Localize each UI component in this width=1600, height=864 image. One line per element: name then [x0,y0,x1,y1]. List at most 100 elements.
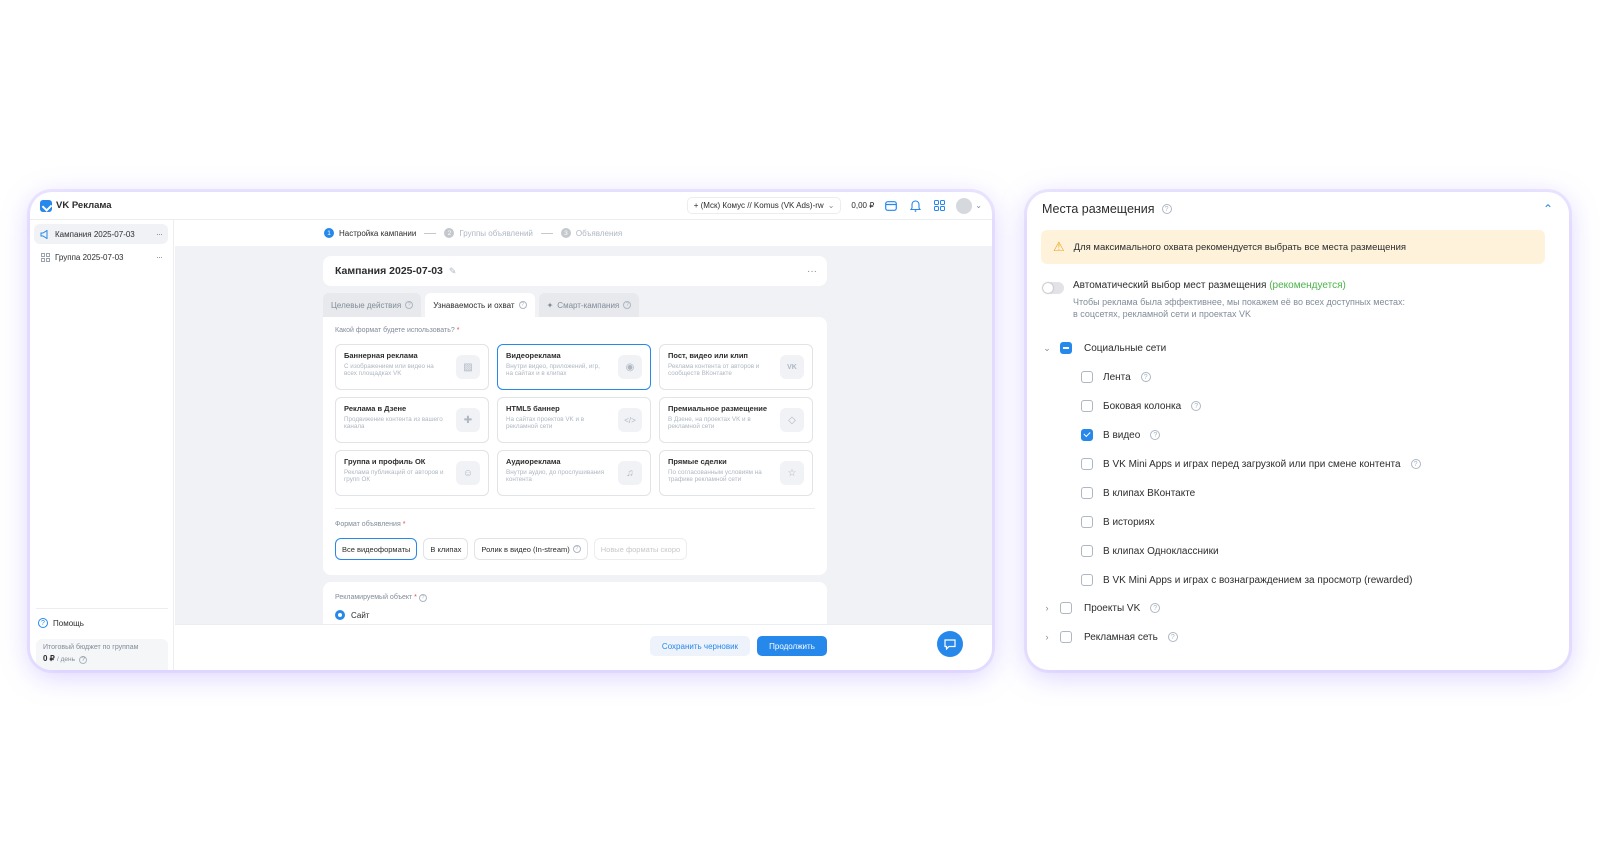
checkbox[interactable] [1081,545,1093,557]
chevron-down-icon[interactable]: ⌄ [1042,343,1052,354]
chip-all-video[interactable]: Все видеоформаты [335,538,418,560]
chevron-right-icon[interactable]: › [1042,603,1052,613]
chip-instream[interactable]: Ролик в видео (In-stream)? [474,538,588,560]
checkbox[interactable] [1081,487,1093,499]
checkbox[interactable] [1081,371,1093,383]
tree-label: Рекламная сеть [1084,631,1158,643]
placement-stories: В историях [1081,516,1155,528]
goal-tabs: Целевые действия ? Узнаваемость и охват … [323,293,640,317]
recommended-label: (рекомендуется) [1269,280,1346,291]
radio-site[interactable]: Сайт [335,610,369,620]
main-content: 1 Настройка кампании 2 Группы объявлений… [175,220,992,670]
question-icon[interactable]: ? [1410,459,1421,469]
question-icon[interactable]: ? [405,301,414,309]
question-icon[interactable]: ? [1140,372,1151,382]
checkbox[interactable] [1081,516,1093,528]
bell-icon[interactable] [908,199,922,213]
object-label: Рекламируемый объект * ? [335,594,427,602]
format-option-html5[interactable]: HTML5 баннер На сайтах проектов VK и в р… [497,397,651,443]
radio-button[interactable] [335,610,345,620]
save-draft-button[interactable]: Сохранить черновик [650,636,750,656]
format-option-post[interactable]: Пост, видео или клип Реклама контента от… [659,344,813,390]
auto-title-text: Автоматический выбор мест размещения [1073,280,1267,291]
checkbox[interactable] [1081,429,1093,441]
checkbox[interactable] [1081,574,1093,586]
step-ad-groups[interactable]: 2 Группы объявлений [444,228,533,238]
campaign-title[interactable]: Кампания 2025-07-03 [335,265,443,277]
placements-title: Места размещения ? [1042,202,1172,216]
help-link[interactable]: ? Помощь [38,618,84,628]
auto-placement-toggle[interactable] [1042,282,1064,294]
ok-icon: ☺ [456,461,480,485]
sidebar-item-group[interactable]: Группа 2025-07-03 ··· [34,247,168,267]
question-icon[interactable]: ? [418,594,427,602]
divider [36,608,168,609]
checkbox[interactable] [1081,400,1093,412]
auto-desc-line: Чтобы реклама была эффективнее, мы покаж… [1073,297,1405,307]
support-chat-icon[interactable] [937,631,963,657]
format-desc: В Дзене, на проектах VK и в рекламной се… [668,416,751,431]
more-icon[interactable]: ··· [156,229,163,239]
campaign-name-card: Кампания 2025-07-03 ✎ ··· [323,256,827,286]
profile-menu[interactable]: ⌄ [956,197,982,214]
account-select[interactable]: + (Мск) Комус // Komus (VK Ads)-rw ⌄ [686,197,842,214]
info-icon[interactable]: ? [79,655,88,664]
checkbox[interactable] [1060,631,1072,643]
question-icon[interactable]: ? [1161,204,1172,214]
placement-label: Лента [1103,371,1131,383]
placements-title-text: Места размещения [1042,202,1155,216]
checkbox[interactable] [1060,602,1072,614]
more-icon[interactable]: ··· [156,252,163,262]
warning-text: Для максимального охвата рекомендуется в… [1073,241,1407,253]
sidebar-item-label: Кампания 2025-07-03 [55,229,135,239]
format-desc: С изображением или видео на всех площадк… [344,363,434,378]
sidebar-item-label: Группа 2025-07-03 [55,252,124,262]
format-desc: На сайтах проектов VK и в рекламной сети [506,416,585,431]
question-icon[interactable]: ? [1167,632,1178,642]
format-option-ok[interactable]: Группа и профиль ОК Реклама публикаций о… [335,450,489,496]
vk-ads-logo-icon [40,199,52,212]
question-icon[interactable]: ? [572,545,581,553]
format-option-premium[interactable]: Премиальное размещение В Дзене, на проек… [659,397,813,443]
continue-button[interactable]: Продолжить [757,636,827,656]
tab-target-actions[interactable]: Целевые действия ? [323,293,422,317]
format-option-direct-deals[interactable]: Прямые сделки По согласованным условиям … [659,450,813,496]
question-icon[interactable]: ? [1150,603,1161,613]
question-icon[interactable]: ? [1150,430,1161,440]
auto-placement-desc: Чтобы реклама была эффективнее, мы покаж… [1073,296,1493,320]
chevron-right-icon[interactable]: › [1042,632,1052,642]
budget-unit: / день [57,656,75,663]
question-icon[interactable]: ? [623,301,632,309]
more-icon[interactable]: ··· [807,266,817,277]
format-option-dzen[interactable]: Реклама в Дзене Продвижение контента из … [335,397,489,443]
required-mark: * [414,594,417,601]
placement-mini-apps-rewarded: В VK Mini Apps и играх с вознаграждением… [1081,574,1412,586]
question-icon[interactable]: ? [1191,401,1202,411]
format-question-text: Какой формат будете использовать? [335,327,455,334]
tab-awareness-reach[interactable]: Узнаваемость и охват ? [425,293,535,317]
format-option-video[interactable]: Видеореклама Внутри видео, приложений, и… [497,344,651,390]
question-icon[interactable]: ? [518,301,527,309]
avatar [956,197,973,214]
budget-title: Итоговый бюджет по группам [43,644,139,651]
apps-grid-icon[interactable] [932,199,946,213]
format-option-audio[interactable]: Аудиореклама Внутри аудио, до прослушива… [497,450,651,496]
tab-smart-campaign[interactable]: ✦ Смарт-кампания ? [538,293,640,317]
pencil-icon[interactable]: ✎ [449,266,457,277]
chip-clips[interactable]: В клипах [423,538,469,560]
checkbox[interactable] [1060,342,1072,354]
format-option-banner[interactable]: Баннерная реклама С изображением или вид… [335,344,489,390]
checkbox[interactable] [1081,458,1093,470]
tab-label: Смарт-кампания [557,300,620,310]
sidebar-item-campaign[interactable]: Кампания 2025-07-03 ··· [34,224,168,244]
balance[interactable]: 0,00 ₽ [851,201,874,210]
format-desc: Внутри аудио, до прослушивания контента [506,469,605,484]
wallet-icon[interactable] [884,199,898,213]
chevron-up-icon[interactable]: ⌃ [1543,202,1553,216]
step-ads[interactable]: 3 Объявления [560,228,622,238]
format-desc: Продвижение контента из вашего канала [344,416,443,431]
vk-ads-logo[interactable]: VK Реклама [40,199,112,212]
step-number: 3 [560,228,571,238]
step-campaign-settings[interactable]: 1 Настройка кампании [324,228,416,238]
format-desc: Реклама контента от авторов и сообществ … [668,363,760,378]
